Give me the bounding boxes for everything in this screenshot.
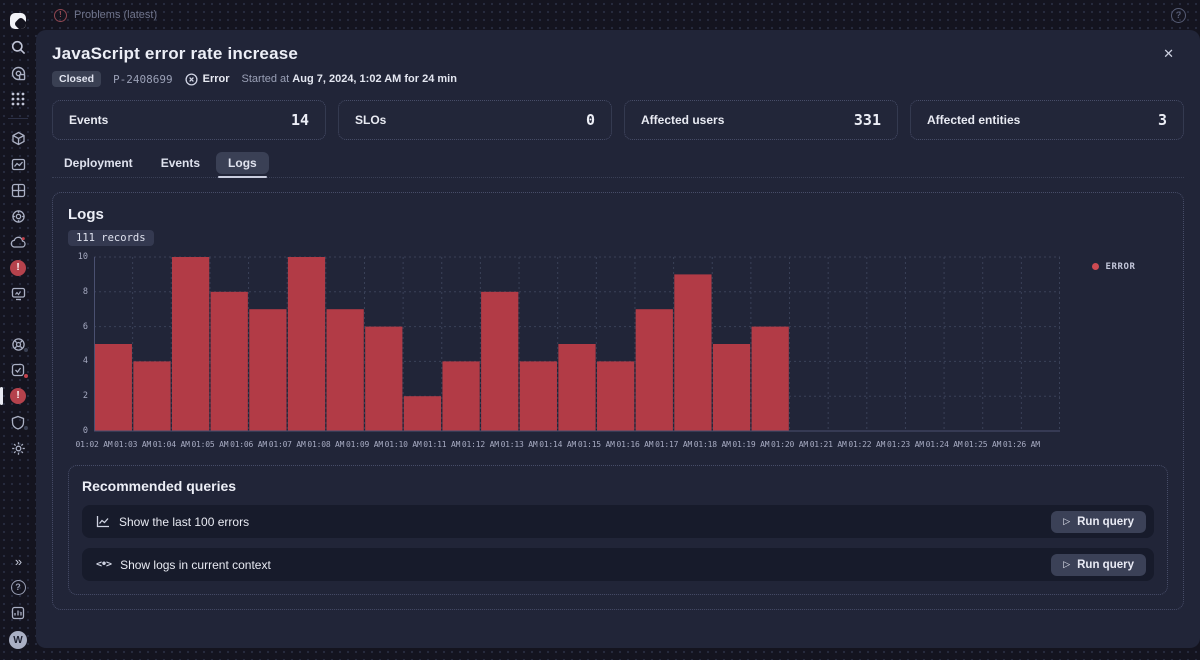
security-icon[interactable] [0,414,36,430]
stat-value: 3 [1158,111,1167,129]
chart-bar [752,327,789,431]
chart-legend[interactable]: ERROR [1060,256,1168,453]
run-query-button[interactable]: ▷ Run query [1051,554,1146,576]
chart-bar [713,344,750,431]
stat-card-slos[interactable]: SLOs 0 [338,100,612,140]
started-text: Started at Aug 7, 2024, 1:02 AM for 24 m… [242,73,457,85]
logs-chart-svg [94,256,1060,432]
active-indicator [0,387,3,405]
sidebar-divider [8,118,28,119]
topbar: ! Problems (latest) ? [36,0,1200,30]
expand-sidebar-icon[interactable]: » [0,553,36,569]
chart-bar [95,344,132,431]
chart-bar [597,361,634,431]
app-logo-icon[interactable] [0,13,36,29]
problem-id: P-2408699 [113,73,173,86]
problems-active-icon[interactable]: ! [0,388,36,404]
chart-x-axis-labels: 01:02 AM01:03 AM01:04 AM01:05 AM01:06 AM… [94,440,1060,453]
tab-deployment[interactable]: Deployment [52,152,145,177]
stats-row: Events 14 SLOs 0 Affected users 331 Affe… [52,100,1184,140]
chart-bar [327,309,364,431]
chart-bar [481,292,518,431]
recommended-queries-card: Recommended queries Show the last 100 er… [68,465,1168,595]
chart-line-icon [96,515,110,528]
stat-card-events[interactable]: Events 14 [52,100,326,140]
chart-y-axis-labels: 0246810 [68,256,94,432]
tabs-row: Deployment Events Logs [52,152,1184,178]
observe-cube-icon[interactable] [0,130,36,146]
notifications-icon[interactable] [0,362,36,378]
play-icon: ▷ [1063,516,1070,527]
legend-error-label: ERROR [1105,262,1135,272]
problem-meta-row: Closed P-2408699 Error Started at Aug 7,… [52,71,1184,87]
chart-bar [636,309,673,431]
automation-icon[interactable] [0,336,36,352]
stat-card-affected-users[interactable]: Affected users 331 [624,100,898,140]
run-query-button[interactable]: ▷ Run query [1051,511,1146,533]
stat-label: Events [69,113,108,127]
query-row-last-100-errors[interactable]: Show the last 100 errors ▷ Run query [82,505,1154,538]
problems-icon[interactable]: ! [0,260,36,276]
breadcrumb-label: Problems (latest) [74,9,157,21]
assistant-icon[interactable] [0,65,36,81]
chart-bar [404,396,441,431]
stat-value: 331 [854,111,881,129]
chart-bar [674,274,711,431]
query-label: Show the last 100 errors [119,515,249,529]
tab-logs[interactable]: Logs [216,152,269,174]
stat-label: SLOs [355,113,386,127]
page-title: JavaScript error rate increase [52,44,298,64]
problem-panel: JavaScript error rate increase ✕ Closed … [36,30,1200,648]
chart-bar [442,361,479,431]
query-row-logs-current-context[interactable]: <•> Show logs in current context ▷ Run q… [82,548,1154,581]
recommended-queries-title: Recommended queries [82,478,1154,494]
hosts-monitor-icon[interactable] [0,286,36,302]
user-avatar[interactable]: W [0,631,36,649]
severity-indicator: Error [185,73,230,86]
chart-bar [249,309,286,431]
chart-bar [211,292,248,431]
logs-chart: 0246810 01:02 AM01:03 AM01:04 AM01:05 AM… [68,256,1168,453]
clouds-icon[interactable] [0,234,36,250]
chart-bar [365,327,402,431]
help-icon[interactable]: ? [0,579,36,595]
charts-icon[interactable] [0,156,36,172]
stat-value: 0 [586,111,595,129]
apps-grid-icon[interactable] [0,91,36,107]
stat-label: Affected users [641,113,724,127]
legend-error-dot-icon [1092,263,1099,270]
query-label: Show logs in current context [120,558,271,572]
stat-label: Affected entities [927,113,1020,127]
close-icon[interactable]: ✕ [1153,44,1184,64]
logs-card: Logs 111 records 0246810 01:02 AM01:03 A… [52,192,1184,610]
chart-bar [288,257,325,431]
topbar-help-icon[interactable]: ? [1171,8,1186,23]
stat-card-affected-entities[interactable]: Affected entities 3 [910,100,1184,140]
play-icon: ▷ [1063,559,1070,570]
breadcrumb[interactable]: ! Problems (latest) [54,9,157,22]
chart-bar [520,361,557,431]
problem-breadcrumb-icon: ! [54,9,67,22]
error-circle-x-icon [185,73,198,86]
chart-bar [172,257,209,431]
search-icon[interactable] [0,39,36,55]
chart-plot-area[interactable]: 01:02 AM01:03 AM01:04 AM01:05 AM01:06 AM… [94,256,1060,453]
services-gear-icon[interactable] [0,208,36,224]
status-badge: Closed [52,71,101,87]
stat-value: 14 [291,111,309,129]
chart-bar [558,344,595,431]
severity-label: Error [203,73,230,85]
app-sidebar: ! ! » ? W [0,0,36,660]
logs-title: Logs [68,206,1168,223]
dashboards-icon[interactable] [0,182,36,198]
records-badge: 111 records [68,230,154,246]
tab-events[interactable]: Events [149,152,212,177]
feedback-chart-icon[interactable] [0,605,36,621]
chart-bar [133,361,170,431]
code-icon: <•> [96,559,111,570]
settings-icon[interactable] [0,440,36,456]
